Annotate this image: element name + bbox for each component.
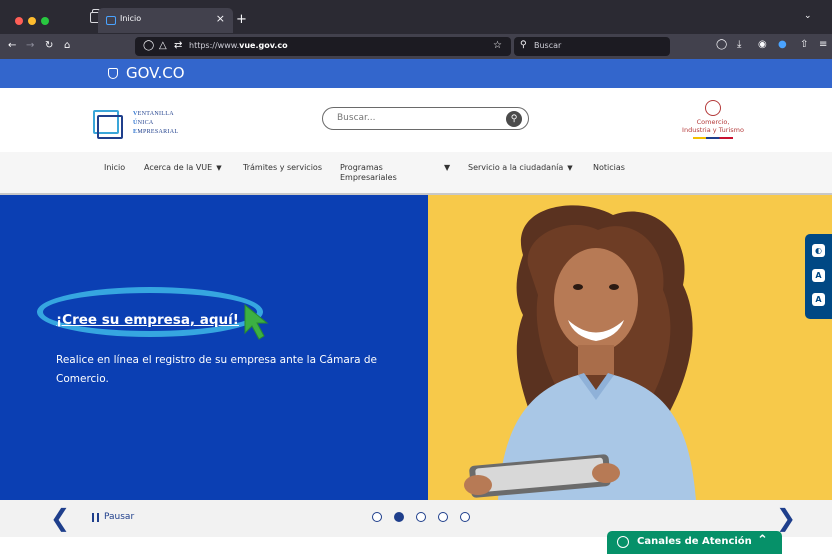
font-decrease-icon[interactable]: A [812,293,825,306]
gov-co-bar: GOV.CO [0,59,832,88]
pause-icon[interactable] [92,513,99,522]
gov-co-shield-icon [108,68,118,79]
browser-search-bar[interactable]: ⚲ Buscar [514,37,670,56]
site-header: VENTANILLA ÚNICA EMPRESARIAL Buscar... ⚲… [0,88,832,152]
site-search-placeholder: Buscar... [337,113,376,123]
nav-item-noticias[interactable]: Noticias [593,163,625,172]
forward-icon[interactable]: → [26,40,34,51]
hero-text-panel: ¡Cree su empresa, aquí! Realice en línea… [0,195,428,500]
slide-dot-1[interactable] [372,512,382,522]
nav-item-servicio[interactable]: Servicio a la ciudadanía ▼ [468,163,573,172]
ministry-line2: Industria y Turismo [682,126,744,134]
ministry-logo[interactable]: Comercio, Industria y Turismo [668,100,758,139]
hero-description: Realice en línea el registro de su empre… [56,354,377,385]
zoom-window-button[interactable] [41,17,49,25]
pause-button[interactable]: Pausar [104,512,134,522]
home-icon[interactable]: ⌂ [64,40,70,51]
url-text[interactable]: https://www.vue.gov.co [189,41,288,50]
accessibility-toolbar: ◐ A A [805,234,832,319]
reload-icon[interactable]: ↻ [45,40,53,51]
browser-tab-bar: Inicio × + ⌄ [0,0,832,34]
slide-dot-5[interactable] [460,512,470,522]
nav-item-inicio[interactable]: Inicio [104,163,125,172]
vue-logo-text: VENTANILLA ÚNICA EMPRESARIAL [133,111,179,135]
back-icon[interactable]: ← [8,40,16,51]
support-channels-label: Canales de Atención [637,536,752,547]
slide-dot-4[interactable] [438,512,448,522]
chevron-down-icon: ▼ [567,164,573,172]
woman-with-tablet-image [464,205,696,500]
pointer-cursor-icon [244,303,269,340]
nav-item-acerca[interactable]: Acerca de la VUE ▼ [144,163,222,172]
account-icon[interactable]: ◉ [758,39,767,50]
font-increase-icon[interactable]: A [812,269,825,282]
browser-nav-bar: ← → ↻ ⌂ ◯ △ ⇄ https://www.vue.gov.co ☆ ⚲… [0,34,832,59]
permissions-icon[interactable]: ⇄ [174,40,182,51]
search-icon[interactable]: ⚲ [506,111,522,127]
lock-icon[interactable]: △ [159,40,167,51]
chevron-up-icon: ⌃ [757,533,768,548]
chevron-down-icon: ▼ [216,164,222,172]
vue-logo[interactable]: VENTANILLA ÚNICA EMPRESARIAL [93,104,193,144]
main-nav: Inicio Acerca de la VUE ▼ Trámites y serv… [0,152,832,195]
slide-dot-3[interactable] [416,512,426,522]
coat-of-arms-icon [705,100,721,116]
menu-icon[interactable]: ≡ [819,39,827,50]
minimize-window-button[interactable] [28,17,36,25]
close-tab-icon[interactable]: × [216,12,225,25]
search-icon: ⚲ [520,40,527,50]
nav-item-programas-chevron-icon[interactable]: ▼ [444,163,450,172]
nav-item-tramites[interactable]: Trámites y servicios [243,163,322,172]
close-window-button[interactable] [15,17,23,25]
share-icon[interactable]: ⇧ [800,39,808,50]
tab-list-chevron-icon[interactable]: ⌄ [804,11,812,21]
nav-item-programas[interactable]: Programas Empresariales [340,163,397,183]
shield-icon[interactable]: ◯ [143,40,154,51]
browser-search-placeholder: Buscar [534,41,562,50]
headset-icon [617,536,629,548]
ministry-line1: Comercio, [696,118,730,126]
bookmark-star-icon[interactable]: ☆ [493,40,502,51]
next-slide-button[interactable]: ❯ [776,504,796,532]
create-company-link[interactable]: ¡Cree su empresa, aquí! [56,312,239,328]
tab-title: Inicio [120,14,142,23]
slide-dot-2[interactable] [394,512,404,522]
extension-icon[interactable]: ● [778,39,787,50]
support-channels-button[interactable]: Canales de Atención ⌃ [607,531,782,554]
contrast-icon[interactable]: ◐ [812,244,825,257]
new-tab-button[interactable]: + [236,12,247,27]
hero-photo [428,195,832,500]
site-search-input[interactable]: Buscar... ⚲ [322,107,529,130]
vue-logo-mark-inner [97,115,123,139]
browser-tab[interactable]: Inicio × [98,8,233,33]
gov-co-logo[interactable]: GOV.CO [108,64,185,82]
url-bar[interactable]: ◯ △ ⇄ https://www.vue.gov.co ☆ [135,37,511,56]
hero-slide: ¡Cree su empresa, aquí! Realice en línea… [0,195,832,500]
previous-slide-button[interactable]: ❮ [50,504,70,532]
flag-stripe [693,137,733,139]
download-icon[interactable]: ⤓ [737,39,741,50]
pocket-icon[interactable]: ◯ [716,39,727,50]
page-favicon-icon [106,16,116,25]
